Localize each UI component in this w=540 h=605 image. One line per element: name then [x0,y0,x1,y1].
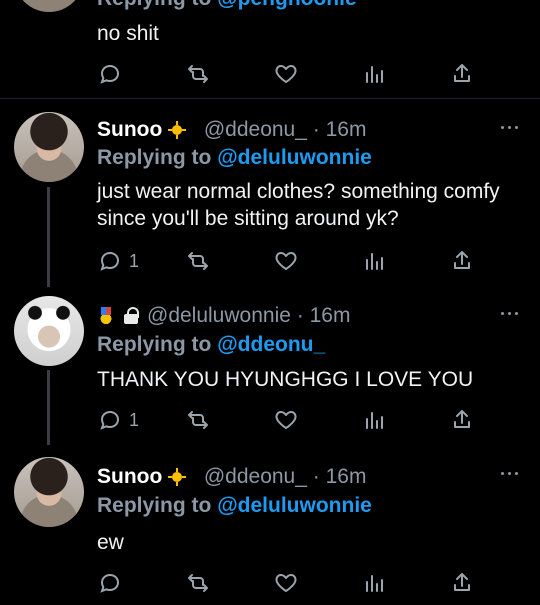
retweet-icon [188,411,208,429]
like-button[interactable] [274,407,298,433]
avatar[interactable] [14,457,84,527]
reply-button[interactable] [98,61,122,87]
tweet-actions [96,61,540,87]
reply-icon [100,410,120,430]
share-icon [454,251,470,269]
reply-button[interactable]: 1 [98,248,139,274]
replying-prefix: Replying to [97,0,211,10]
timestamp[interactable]: 16m [326,118,367,141]
divider [0,98,540,99]
views-button[interactable] [362,570,386,596]
replying-line: Replying to @penghoonie [97,0,520,12]
views-button[interactable] [362,407,386,433]
retweet-button[interactable] [186,248,210,274]
replying-line: Replying to @deluluwonnie [97,493,520,519]
reply-to-link[interactable]: @penghoonie [217,0,356,10]
tweet-actions [96,570,540,596]
tweet-actions: 1 [96,248,540,274]
retweet-icon [188,252,208,270]
heart-icon [275,65,297,83]
share-icon [454,573,470,591]
like-button[interactable] [274,570,298,596]
tweet-text: ew [97,531,124,554]
reply-count: 1 [129,409,140,430]
more-options-icon[interactable] [500,470,520,478]
reply-to-link[interactable]: @deluluwonnie [217,146,372,169]
tweet[interactable]: @deluluwonnie · 16m Replying to @ddeonu_… [0,286,540,445]
retweet-button[interactable] [186,61,210,87]
views-button[interactable] [362,61,386,87]
replying-line: Replying to @deluluwonnie [97,145,520,171]
lock-icon [122,307,140,325]
share-icon [454,64,470,82]
reply-to-link[interactable]: @ddeonu_ [217,333,325,356]
tweet-header: Sunoo @ddeonu_ · 16m [97,464,520,490]
analytics-icon [366,66,383,83]
reply-icon [100,251,120,271]
reply-icon [100,573,120,593]
share-icon [454,410,470,428]
timestamp[interactable]: 16m [310,304,351,327]
profile-badges [97,307,140,326]
heart-icon [275,574,297,592]
avatar[interactable] [14,112,84,182]
views-button[interactable] [362,248,386,274]
reply-icon [100,64,120,84]
tweet-text: just wear normal clothes? something comf… [97,180,500,230]
heart-icon [275,411,297,429]
username[interactable]: @ddeonu_ [204,118,307,141]
avatar[interactable] [14,296,84,366]
avatar[interactable] [14,0,84,12]
share-button[interactable] [450,570,474,596]
display-name[interactable]: Sunoo [97,465,162,488]
like-button[interactable] [274,248,298,274]
reply-count: 1 [129,250,140,271]
tweet[interactable]: Sunoo @ddeonu_ · 16m Replying to @delulu… [0,100,540,287]
username[interactable]: @deluluwonnie [147,304,291,327]
more-options-icon[interactable] [500,310,520,318]
tweet-actions: 1 [96,407,540,433]
separator-dot: · [312,118,320,141]
heart-icon [275,252,297,270]
analytics-icon [366,412,383,429]
display-name[interactable]: Sunoo [97,118,162,141]
like-button[interactable] [274,61,298,87]
retweet-icon [188,574,208,592]
thread-line [47,370,50,445]
replying-prefix: Replying to [97,146,212,169]
share-button[interactable] [450,61,474,87]
replying-prefix: Replying to [97,494,212,517]
separator-dot: · [312,465,320,488]
sun-icon [168,121,187,140]
medal-icon [97,307,115,326]
analytics-icon [366,253,383,270]
more-options-icon[interactable] [500,124,520,132]
replying-line: Replying to @ddeonu_ [97,332,520,358]
share-button[interactable] [450,248,474,274]
share-button[interactable] [450,407,474,433]
tweet-text: no shit [97,22,159,45]
username[interactable]: @ddeonu_ [204,465,307,488]
retweet-icon [188,65,208,83]
sun-icon [168,468,187,487]
reply-button[interactable] [98,570,122,596]
reply-to-link[interactable]: @deluluwonnie [217,494,372,517]
replying-prefix: Replying to [97,333,212,356]
retweet-button[interactable] [186,407,210,433]
tweet[interactable]: Sunoo @ddeonu_ · 16m Replying to @delulu… [0,446,540,605]
analytics-icon [366,575,383,592]
tweet-header: @deluluwonnie · 16m [97,303,520,329]
retweet-button[interactable] [186,570,210,596]
reply-button[interactable]: 1 [98,407,139,433]
timestamp[interactable]: 16m [326,465,367,488]
separator-dot: · [296,304,304,327]
tweet-text: THANK YOU HYUNGHGG I LOVE YOU [97,368,474,391]
tweet-header: Sunoo @ddeonu_ · 16m [97,117,520,143]
partial-tweet-top[interactable]: Replying to @penghoonie no shit [0,0,540,88]
thread-line [47,187,50,287]
